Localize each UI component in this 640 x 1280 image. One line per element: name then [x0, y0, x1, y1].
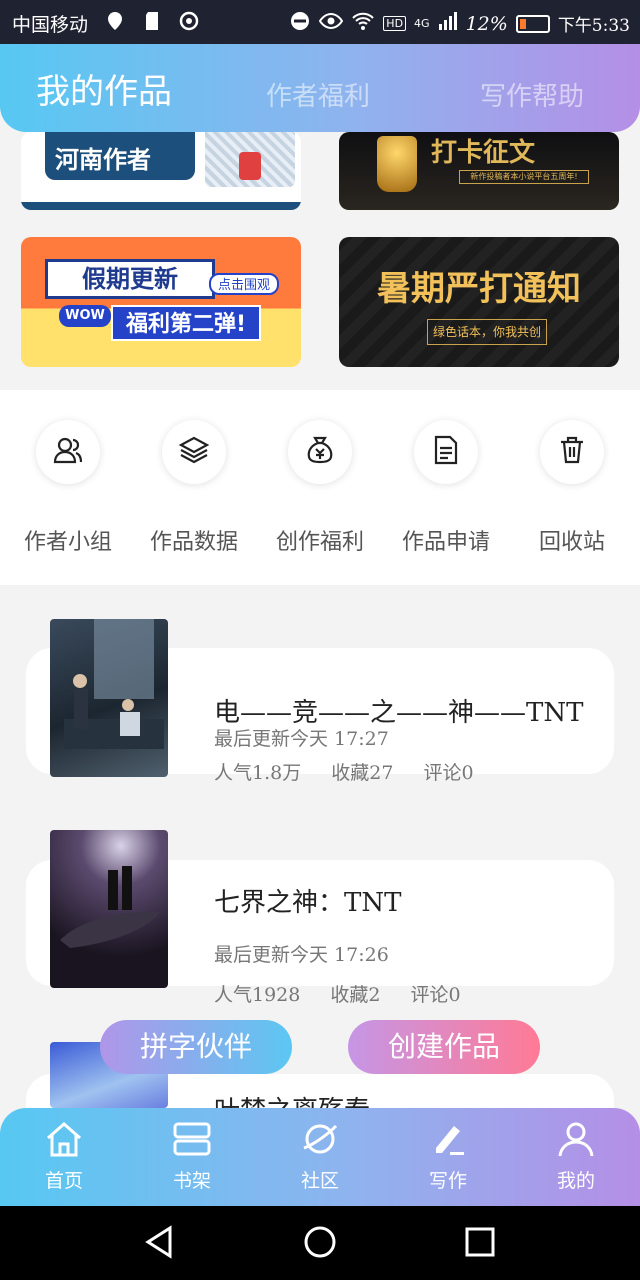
favorites: 收藏2	[330, 984, 381, 1006]
pen-icon	[428, 1126, 468, 1162]
document-icon	[430, 434, 462, 470]
banner-title: 假期更新	[45, 259, 215, 299]
bottom-nav: 首页 书架 社区 写作 我的	[0, 1108, 640, 1206]
network-label: 4G	[414, 17, 430, 30]
bookshelf-icon	[172, 1122, 212, 1162]
favorites: 收藏27	[331, 762, 394, 784]
work-updated: 最后更新今天 17:27	[214, 728, 389, 750]
trash-icon	[556, 434, 588, 470]
nav-home[interactable]: 首页	[14, 1120, 114, 1193]
user-icon	[556, 1122, 596, 1162]
comments: 评论0	[410, 984, 461, 1006]
home-icon	[44, 1122, 84, 1162]
clock: 下午5:33	[557, 16, 630, 36]
action-label: 回收站	[538, 530, 605, 555]
rabbit-illustration	[205, 132, 295, 187]
dnd-icon	[289, 10, 311, 37]
action-author-group[interactable]: 作者小组	[8, 420, 128, 556]
popularity: 人气1.8万	[214, 762, 302, 784]
action-work-data[interactable]: 作品数据	[134, 420, 254, 556]
nav-label: 书架	[172, 1170, 211, 1192]
banner-title: 河南作者	[45, 132, 195, 180]
tab-my-works[interactable]: 我的作品	[36, 64, 172, 113]
action-work-application[interactable]: 作品申请	[386, 420, 506, 556]
system-nav-bar	[0, 1206, 640, 1280]
recents-icon[interactable]	[464, 1224, 496, 1264]
banner-henan-authors[interactable]: 河南作者	[21, 132, 301, 210]
comments: 评论0	[423, 762, 474, 784]
battery-percent: 12%	[465, 12, 508, 35]
signal-icon	[438, 12, 458, 35]
location-icon	[104, 10, 126, 32]
banner-title: 暑期严打通知	[377, 269, 581, 309]
hd-badge: HD	[383, 16, 407, 31]
work-updated: 最后更新今天 17:26	[214, 944, 389, 966]
writing-partner-button[interactable]: 拼字伙伴	[100, 1020, 292, 1074]
banner-contest[interactable]: 打卡征文 新作投稿者本小说平台五周年!	[339, 132, 619, 210]
nav-community[interactable]: 社区	[270, 1120, 370, 1193]
work-stats: 人气1.8万 收藏27 评论0	[214, 758, 498, 785]
top-tab-bar: 我的作品 作者福利 写作帮助	[0, 44, 640, 132]
action-recycle-bin[interactable]: 回收站	[512, 420, 632, 556]
banner-summer-notice[interactable]: 暑期严打通知 绿色话本，你我共创	[339, 237, 619, 367]
popularity: 人气1928	[214, 984, 301, 1006]
quick-actions: 作者小组 作品数据 创作福利 作品申请 回收站	[0, 390, 640, 585]
nav-bookshelf[interactable]: 书架	[142, 1120, 242, 1193]
planet-icon	[300, 1124, 340, 1162]
eye-icon	[319, 10, 344, 37]
battery-icon	[515, 14, 550, 33]
banner-title: 打卡征文	[431, 138, 536, 168]
banner-subtitle: 新作投稿者本小说平台五周年!	[459, 170, 589, 184]
work-cover[interactable]	[50, 619, 168, 777]
tab-author-benefits[interactable]: 作者福利	[266, 76, 370, 113]
work-title: 七界之神：TNT	[214, 888, 402, 918]
banner-subtitle: 绿色话本，你我共创	[427, 319, 547, 345]
nav-label: 首页	[44, 1170, 83, 1192]
nav-label: 社区	[300, 1170, 339, 1192]
action-label: 作品数据	[149, 530, 238, 555]
click-tag: 点击围观	[209, 273, 279, 295]
action-creation-benefits[interactable]: 创作福利	[260, 420, 380, 556]
trophy-icon	[377, 136, 417, 192]
tab-writing-help[interactable]: 写作帮助	[480, 76, 584, 113]
action-label: 创作福利	[275, 530, 364, 555]
carrier-label: 中国移动	[12, 14, 89, 36]
nav-label: 写作	[428, 1170, 467, 1192]
banner-subtitle: 福利第二弹!	[111, 305, 261, 341]
home-button-icon[interactable]	[302, 1224, 338, 1264]
work-cover[interactable]	[50, 830, 168, 988]
nav-mine[interactable]: 我的	[526, 1120, 626, 1193]
status-bar: 中国移动 HD 4G 12% 下午5:33	[0, 0, 640, 44]
layers-icon	[178, 434, 210, 470]
nav-label: 我的	[556, 1170, 595, 1192]
users-icon	[52, 434, 84, 470]
money-bag-icon	[304, 434, 336, 470]
nfc-icon	[178, 10, 200, 32]
sd-card-icon	[142, 10, 164, 32]
wifi-icon	[351, 10, 375, 37]
back-icon[interactable]	[144, 1224, 176, 1264]
action-label: 作品申请	[401, 530, 490, 555]
wow-tag: WOW	[59, 305, 111, 327]
banner-holiday-update[interactable]: 假期更新 点击围观 WOW 福利第二弹!	[21, 237, 301, 367]
work-stats: 人气1928 收藏2 评论0	[214, 980, 485, 1007]
nav-writing[interactable]: 写作	[398, 1120, 498, 1193]
create-work-button[interactable]: 创建作品	[348, 1020, 540, 1074]
action-label: 作者小组	[23, 530, 112, 555]
